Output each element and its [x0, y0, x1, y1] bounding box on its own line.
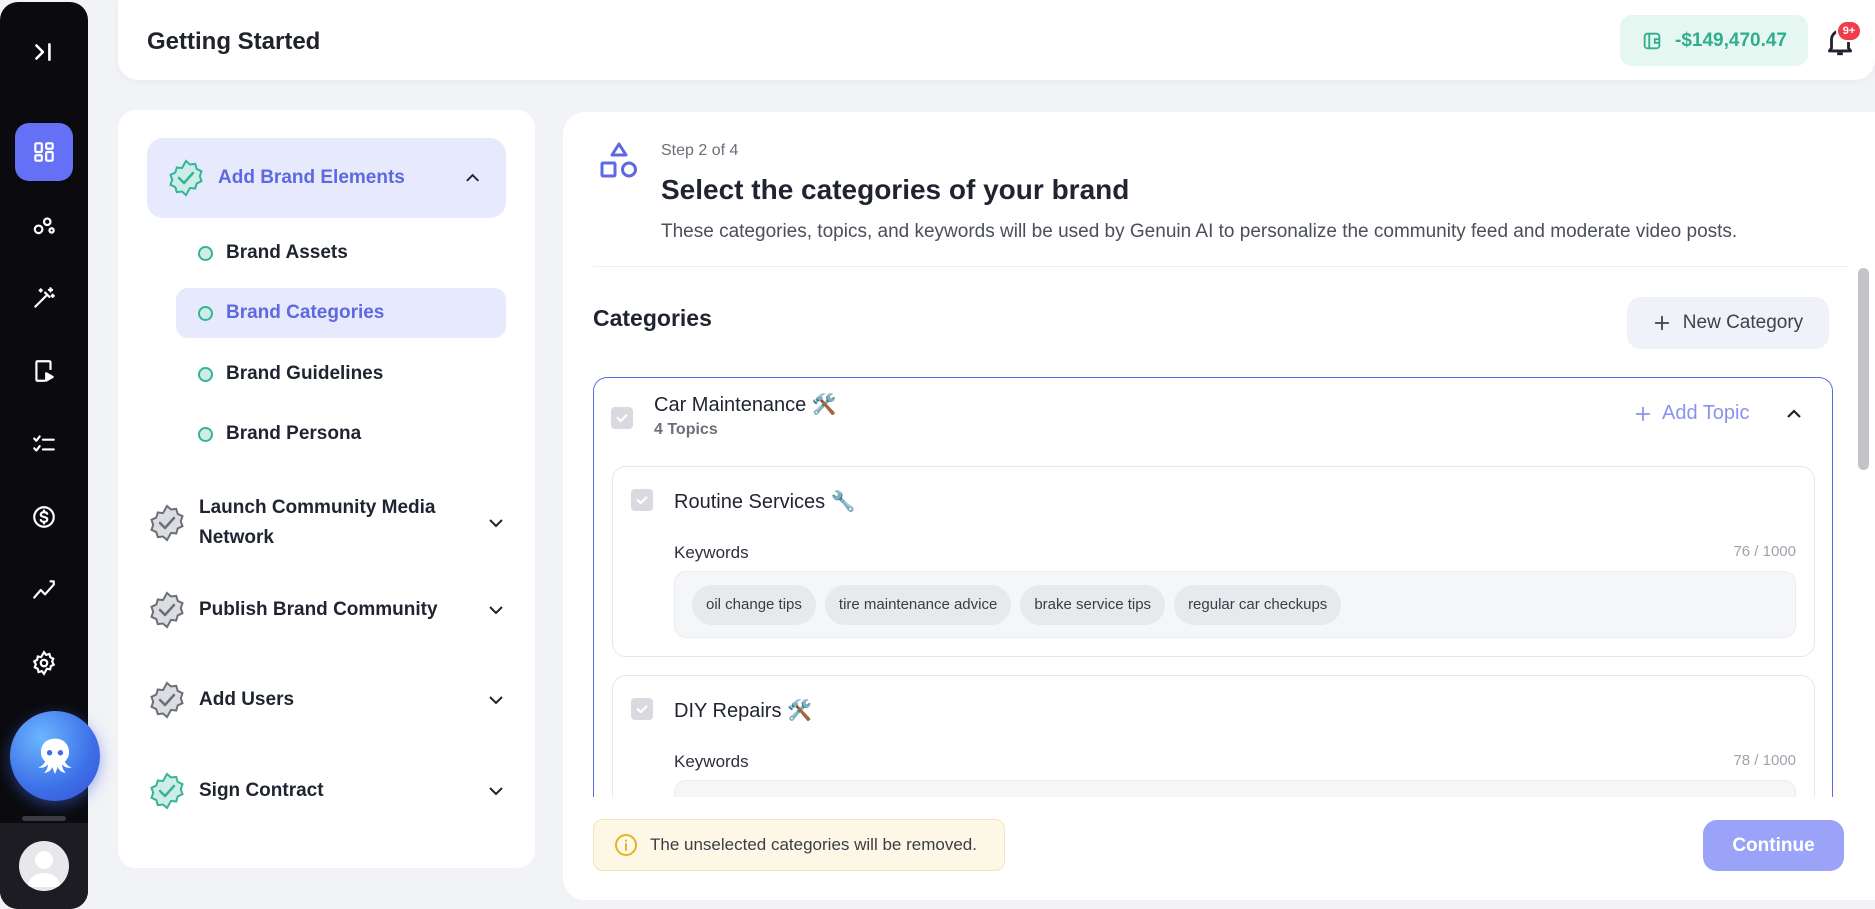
- verified-badge-icon: [169, 159, 203, 197]
- add-topic-label: Add Topic: [1662, 402, 1750, 424]
- substep-brand-assets[interactable]: Brand Assets: [176, 228, 506, 278]
- wallet-amount: -$149,470.47: [1675, 29, 1787, 51]
- topic-name: Routine Services 🔧: [674, 491, 856, 513]
- keyword-chip[interactable]: brake service tips: [1020, 584, 1166, 625]
- step-indicator: Step 2 of 4: [661, 142, 739, 159]
- step-label: Publish Brand Community: [199, 599, 438, 620]
- new-category-label: New Category: [1682, 312, 1804, 333]
- keyword-chip[interactable]: tire maintenance advice: [824, 584, 1012, 625]
- step-label: Launch Community Media Network: [199, 497, 436, 548]
- category-name: Car Maintenance 🛠️: [654, 394, 837, 416]
- keywords-count: 76 / 1000: [1733, 543, 1796, 560]
- category-checkbox[interactable]: [611, 407, 633, 429]
- chevron-down-icon: [489, 787, 503, 796]
- substep-label: Brand Guidelines: [226, 363, 384, 384]
- status-dot: [198, 305, 213, 321]
- continue-button[interactable]: Continue: [1703, 820, 1844, 871]
- divider: [593, 266, 1849, 267]
- top-header: Getting Started -$149,470.47 9+: [118, 0, 1875, 80]
- keyword-chip[interactable]: regular car checkups: [1174, 584, 1342, 625]
- section-title: Select the categories of your brand: [661, 174, 1130, 205]
- add-topic-button[interactable]: Add Topic: [1634, 402, 1749, 425]
- chevron-down-icon: [489, 606, 503, 615]
- shapes-icon: [600, 142, 637, 178]
- notification-badge: 9+: [1836, 20, 1862, 42]
- keyword-chip[interactable]: oil change tips: [692, 584, 816, 625]
- chevron-up-icon[interactable]: [1784, 404, 1804, 424]
- keywords-label: Keywords: [674, 752, 749, 771]
- step-publish-brand-community[interactable]: Publish Brand Community: [148, 588, 506, 632]
- info-icon: [615, 834, 637, 856]
- plus-icon: [1654, 315, 1669, 331]
- pending-badge-icon: [150, 504, 184, 542]
- categories-heading: Categories: [593, 305, 712, 331]
- verified-badge-icon: [150, 772, 184, 810]
- profile-area: [0, 823, 88, 909]
- substep-label: Brand Assets: [226, 242, 348, 263]
- pending-badge-icon: [150, 681, 184, 719]
- dashboard-icon[interactable]: [15, 123, 73, 181]
- topic-card: Routine Services 🔧 Keywords 76 / 1000 oi…: [612, 466, 1815, 657]
- wallet-balance[interactable]: -$149,470.47: [1620, 15, 1808, 66]
- status-dot: [198, 366, 213, 382]
- rail-divider: [22, 816, 66, 821]
- keywords-input[interactable]: [674, 780, 1796, 797]
- new-category-button[interactable]: New Category: [1627, 297, 1829, 349]
- topic-count: 4 Topics: [654, 421, 718, 438]
- dollar-icon[interactable]: [15, 488, 73, 546]
- chevron-up-icon: [465, 173, 479, 182]
- avatar[interactable]: [19, 841, 69, 891]
- topic-name: DIY Repairs 🛠️: [674, 700, 812, 722]
- settings-icon[interactable]: [15, 634, 73, 692]
- category-card: Car Maintenance 🛠️ 4 Topics Add Topic Ro…: [593, 377, 1833, 797]
- chevron-down-icon: [489, 519, 503, 528]
- notice-text: The unselected categories will be remove…: [650, 835, 977, 854]
- step-label: Add Users: [199, 689, 295, 710]
- step-add-brand-elements[interactable]: Add Brand Elements: [147, 138, 506, 218]
- onboarding-steps-panel: Add Brand Elements Brand Assets Brand Ca…: [118, 110, 535, 868]
- substep-label: Brand Categories: [226, 302, 385, 323]
- checklist-icon[interactable]: [15, 415, 73, 473]
- keywords-label: Keywords: [674, 543, 749, 562]
- assistant-octopus-icon[interactable]: [10, 711, 100, 801]
- magic-wand-icon[interactable]: [15, 269, 73, 327]
- left-rail: [0, 2, 100, 909]
- status-dot: [198, 426, 213, 442]
- topic-checkbox[interactable]: [631, 489, 653, 511]
- nodes-icon[interactable]: [15, 196, 73, 254]
- topic-card: DIY Repairs 🛠️ Keywords 78 / 1000: [612, 675, 1815, 797]
- page-title: Getting Started: [147, 28, 321, 55]
- section-description: These categories, topics, and keywords w…: [661, 221, 1738, 242]
- step-sign-contract[interactable]: Sign Contract: [148, 769, 506, 813]
- video-post-icon[interactable]: [15, 342, 73, 400]
- wallet-icon: [1643, 32, 1661, 49]
- substep-brand-categories[interactable]: Brand Categories: [176, 288, 506, 338]
- substep-brand-persona[interactable]: Brand Persona: [176, 409, 506, 459]
- main-content-card: Step 2 of 4 Select the categories of you…: [563, 112, 1875, 900]
- scrollbar[interactable]: [1858, 268, 1869, 470]
- keywords-input[interactable]: oil change tips tire maintenance advice …: [674, 571, 1796, 638]
- substep-brand-guidelines[interactable]: Brand Guidelines: [176, 349, 506, 399]
- expand-icon[interactable]: [15, 23, 73, 81]
- substep-label: Brand Persona: [226, 423, 362, 444]
- plus-icon: [1635, 406, 1651, 421]
- step-label: Add Brand Elements: [218, 167, 405, 188]
- status-dot: [198, 245, 213, 261]
- analytics-icon[interactable]: [15, 561, 73, 619]
- step-label: Sign Contract: [199, 780, 324, 801]
- topic-checkbox[interactable]: [631, 698, 653, 720]
- chevron-down-icon: [489, 696, 503, 705]
- step-launch-community-media-network[interactable]: Launch Community Media Network: [148, 488, 506, 558]
- pending-badge-icon: [150, 591, 184, 629]
- step-add-users[interactable]: Add Users: [148, 678, 506, 722]
- keywords-count: 78 / 1000: [1733, 752, 1796, 769]
- warning-notice: The unselected categories will be remove…: [593, 819, 1005, 871]
